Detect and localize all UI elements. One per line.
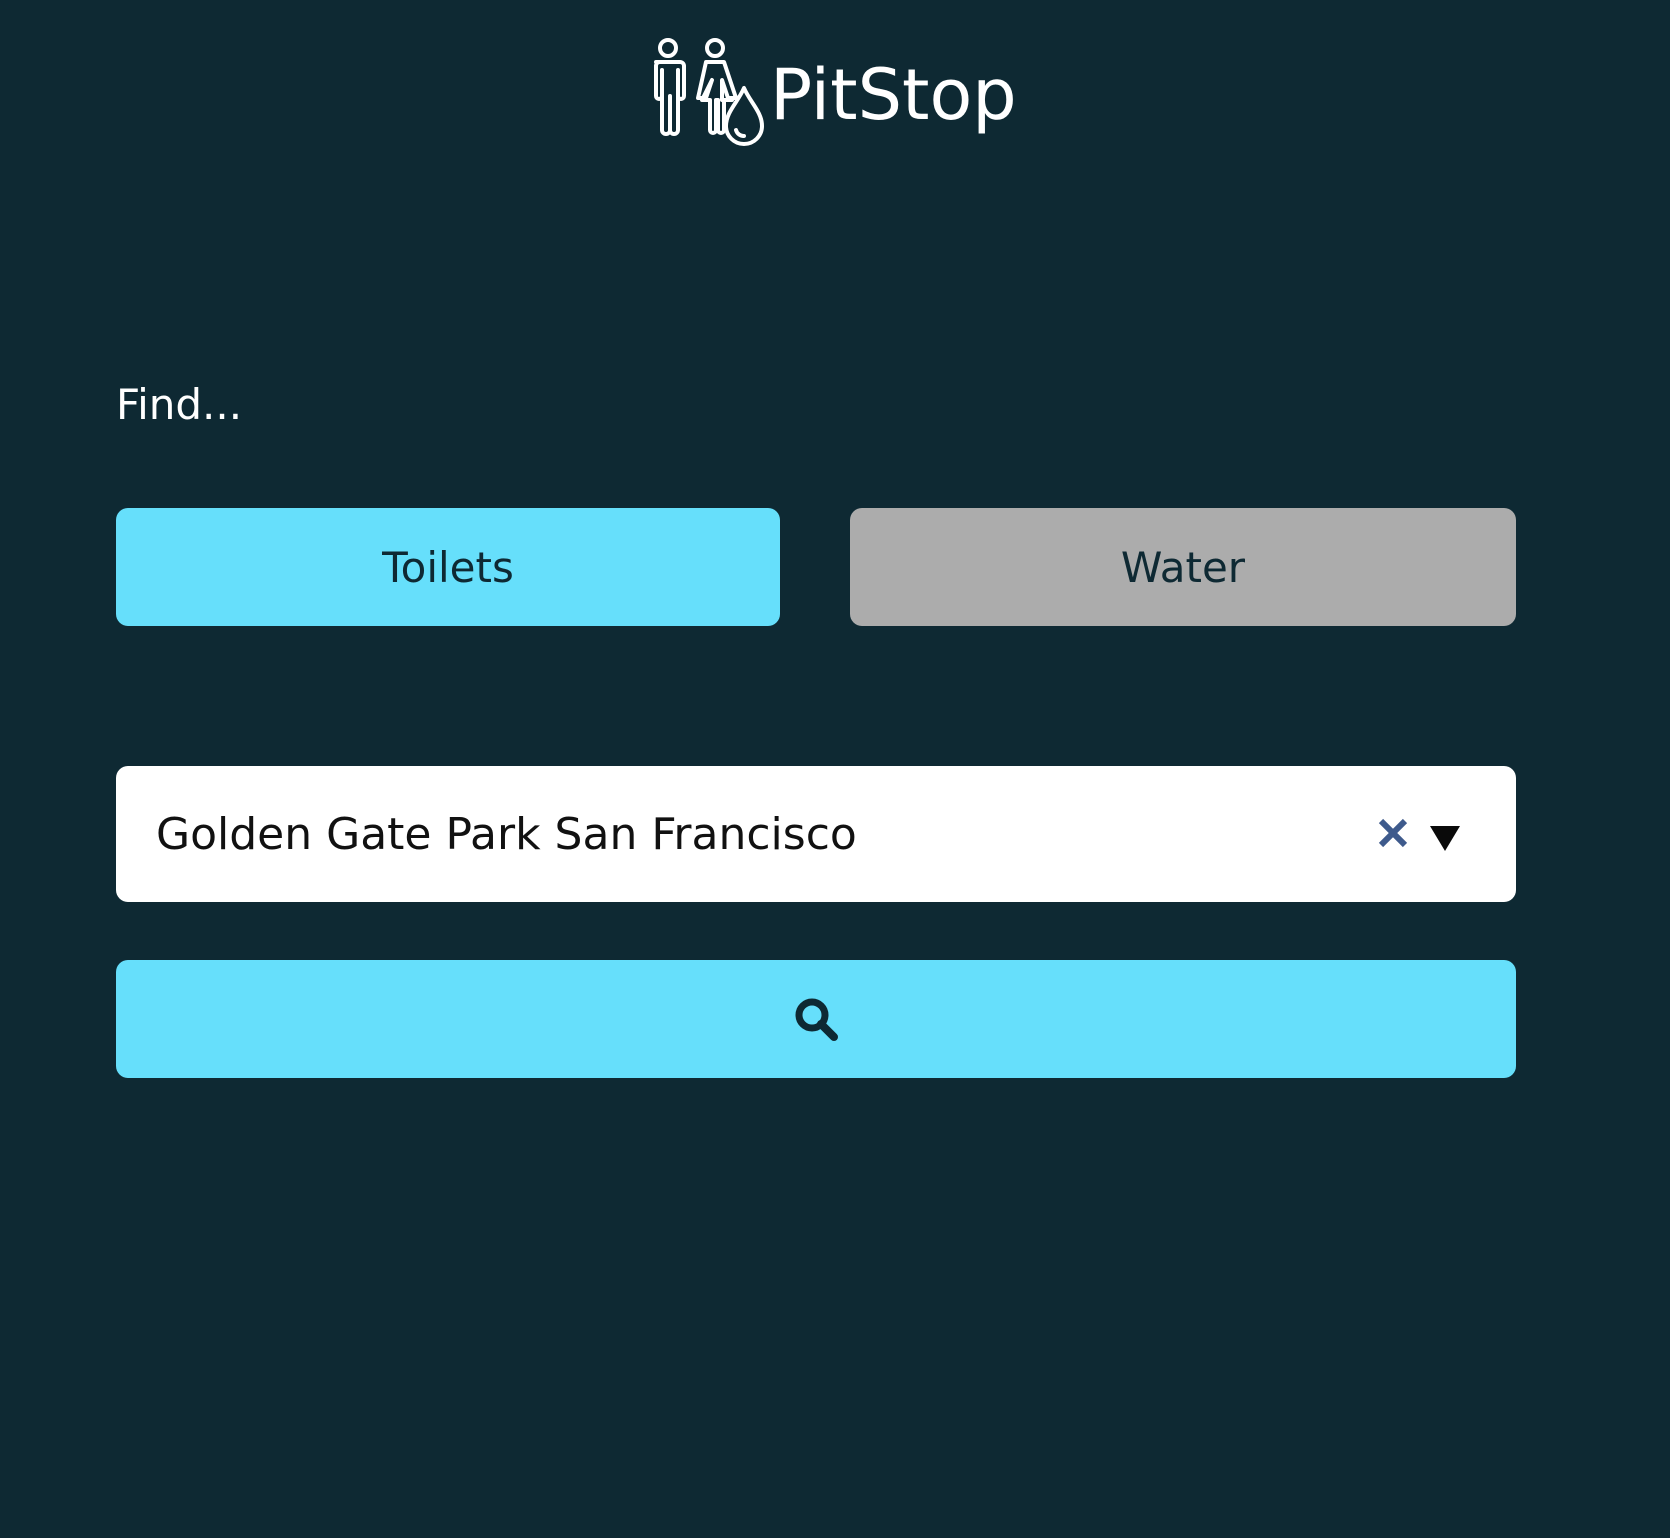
water-toggle-button[interactable]: Water <box>850 508 1516 626</box>
triangle-down-icon[interactable] <box>1428 824 1462 852</box>
search-icon <box>795 998 838 1041</box>
app-header: PitStop <box>640 36 1017 146</box>
restroom-water-drop-icon <box>654 38 764 146</box>
location-select[interactable]: Golden Gate Park San Francisco <box>116 766 1516 902</box>
close-icon[interactable] <box>1376 816 1410 850</box>
find-label: Find... <box>116 380 243 429</box>
search-button[interactable] <box>116 960 1516 1078</box>
toilets-toggle-button[interactable]: Toilets <box>116 508 780 626</box>
location-select-value: Golden Gate Park San Francisco <box>156 808 857 860</box>
app-title: PitStop <box>770 54 1017 136</box>
